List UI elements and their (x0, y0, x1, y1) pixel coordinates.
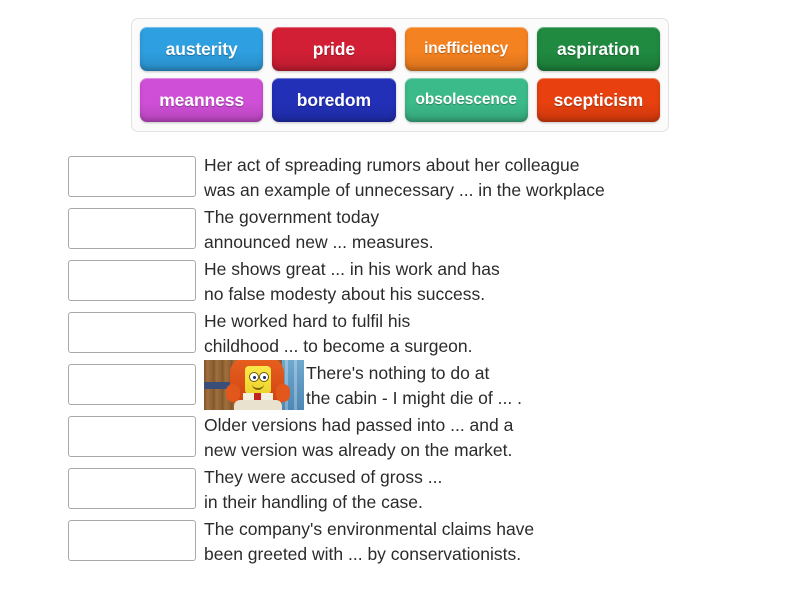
word-tile-label: austerity (165, 38, 238, 59)
question-row: They were accused of gross ... in their … (68, 464, 758, 516)
answer-drop-box-8[interactable] (68, 520, 196, 561)
question-text: They were accused of gross ... in their … (204, 467, 443, 512)
answer-drop-box-7[interactable] (68, 468, 196, 509)
word-tile-pride[interactable]: pride (272, 27, 396, 71)
question-row: Older versions had passed into ... and a… (68, 412, 758, 464)
word-tile-label: boredom (296, 89, 371, 110)
word-tile-aspiration[interactable]: aspiration (536, 27, 660, 71)
word-tile-label: aspiration (557, 38, 640, 59)
answer-drop-box-5[interactable] (68, 364, 196, 405)
word-tile-austerity[interactable]: austerity (140, 27, 264, 71)
word-tile-boredom[interactable]: boredom (272, 78, 396, 122)
question-row: He worked hard to fulfil his childhood .… (68, 308, 758, 360)
word-bank-row-2: meanness boredom obsolescence scepticism (140, 78, 660, 122)
word-tile-obsolescence[interactable]: obsolescence (404, 78, 528, 122)
word-tile-scepticism[interactable]: scepticism (536, 78, 660, 122)
word-bank-panel: austerity pride inefficiency aspiration … (131, 18, 669, 132)
question-text: The company's environmental claims have … (204, 519, 535, 564)
word-tile-inefficiency[interactable]: inefficiency (404, 27, 528, 71)
answer-drop-box-6[interactable] (68, 416, 196, 457)
question-row: He shows great ... in his work and has n… (68, 256, 758, 308)
question-body: There's nothing to do at the cabin - I m… (204, 360, 522, 410)
question-body: Older versions had passed into ... and a… (204, 412, 513, 462)
question-row: The government today announced new ... m… (68, 204, 758, 256)
answer-drop-box-4[interactable] (68, 312, 196, 353)
word-tile-meanness[interactable]: meanness (140, 78, 264, 122)
answer-drop-box-1[interactable] (68, 156, 196, 197)
question-body: He worked hard to fulfil his childhood .… (204, 308, 473, 358)
word-tile-label: inefficiency (424, 40, 509, 57)
question-list: Her act of spreading rumors about her co… (68, 152, 758, 568)
answer-drop-box-2[interactable] (68, 208, 196, 249)
question-text: There's nothing to do at the cabin - I m… (306, 363, 522, 408)
question-row: The company's environmental claims have … (68, 516, 758, 568)
word-tile-label: obsolescence (415, 91, 517, 108)
question-body: Her act of spreading rumors about her co… (204, 152, 605, 202)
answer-drop-box-3[interactable] (68, 260, 196, 301)
question-body: They were accused of gross ... in their … (204, 464, 442, 514)
word-tile-label: meanness (159, 89, 245, 110)
question-row: Her act of spreading rumors about her co… (68, 152, 758, 204)
word-bank-row-1: austerity pride inefficiency aspiration (140, 27, 660, 71)
question-text: He worked hard to fulfil his childhood .… (204, 311, 473, 356)
question-text: Her act of spreading rumors about her co… (204, 155, 605, 200)
question-row: There's nothing to do at the cabin - I m… (68, 360, 758, 412)
word-tile-label: scepticism (553, 89, 644, 110)
question-text: The government today announced new ... m… (204, 207, 434, 252)
question-body: The company's environmental claims have … (204, 516, 534, 566)
word-tile-label: pride (312, 38, 356, 59)
question-body: The government today announced new ... m… (204, 204, 434, 254)
question-text: Older versions had passed into ... and a… (204, 415, 514, 460)
spongebob-cabin-thumbnail (204, 360, 304, 410)
question-body: He shows great ... in his work and has n… (204, 256, 500, 306)
question-text: He shows great ... in his work and has n… (204, 259, 500, 304)
